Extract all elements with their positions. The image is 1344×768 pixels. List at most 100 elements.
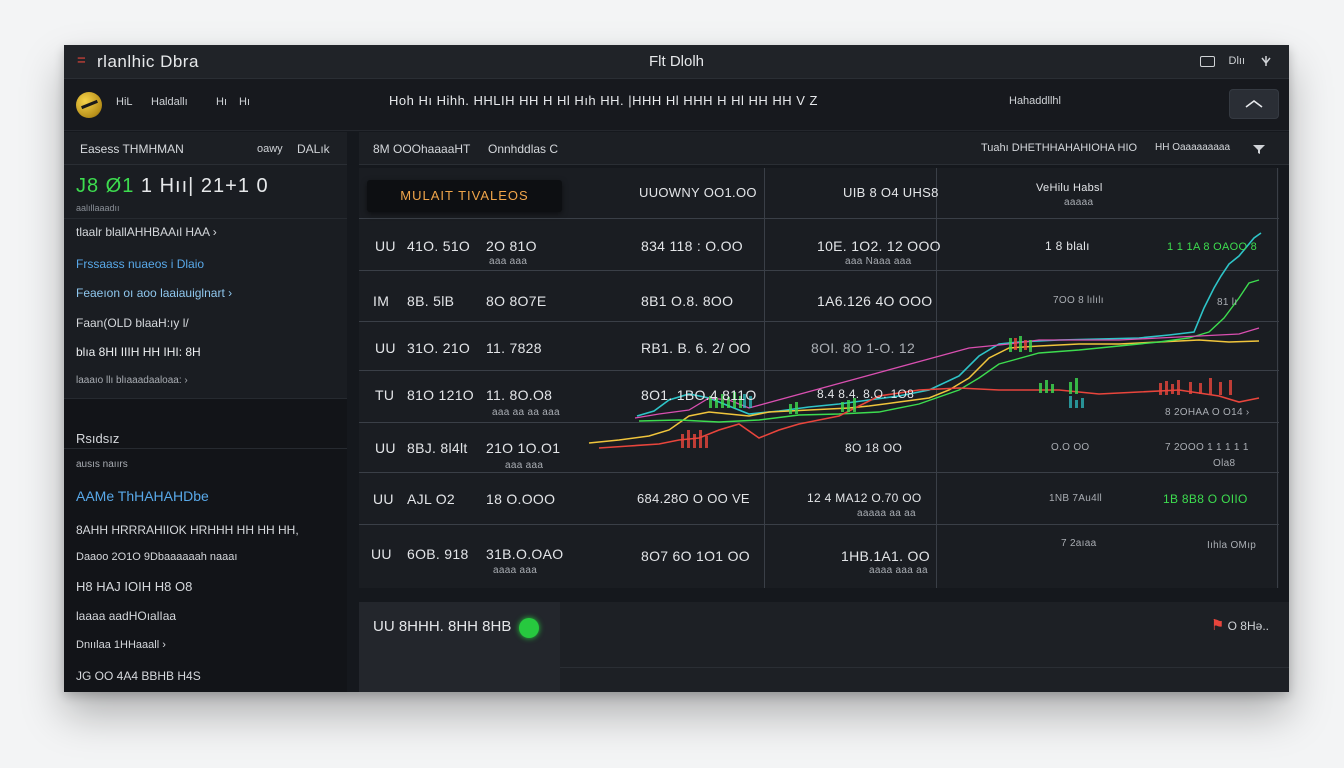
row4-ask: 11. 8O.O8 <box>486 387 553 403</box>
section-line-4[interactable]: laaaa aadHOıalIaa <box>76 609 176 623</box>
row4-ask-sub: aaa aa aa aaa <box>492 407 560 418</box>
row1-trend: 1 1 1A 8 OAOO 8 <box>1167 241 1258 253</box>
col-header-price[interactable]: UUOWNY OO1.OO <box>639 185 757 200</box>
row3-symbol: UU <box>375 340 396 356</box>
row6-volume-sub: aaaaa aa aa <box>857 508 916 519</box>
row2-volume: 1A6.126 4O OOO <box>817 293 933 309</box>
row3-price: RB1. B. 6. 2/ OO <box>641 340 751 356</box>
col-header-change-sub: aaaaa <box>1064 197 1094 208</box>
row6-ask: 18 O.OOO <box>486 491 556 507</box>
sidebar-line-4[interactable]: Faan(OLD blaaH:ıy l/ <box>76 316 189 330</box>
titlebar-controls: Dlıı <box>1199 54 1274 68</box>
section-line-3[interactable]: H8 HAJ IOIH H8 O8 <box>76 579 192 594</box>
multi-tiles-tag[interactable]: MULAIT TIVALEOS <box>367 180 562 212</box>
row1-price: 834 118 : O.OO <box>641 238 743 254</box>
row5-ask-sub: aaa aaa <box>505 460 544 471</box>
market-table: MULAIT TIVALEOS UUOWNY OO1.OO UIB 8 O4 U… <box>359 168 1279 588</box>
col-header-change[interactable]: VeHilu Habsl <box>1036 182 1103 194</box>
title-bar: = rlanlhic Dbra Flt Dlolh Dlıı <box>64 45 1289 79</box>
row4-bid: 81O 121O <box>407 387 474 403</box>
row2-symbol: IM <box>373 293 390 309</box>
window-icon[interactable] <box>1199 55 1215 67</box>
row6-change: 1NB 7Au4ll <box>1049 493 1103 504</box>
ticker-suffix: Hahaddllhl <box>1009 95 1061 107</box>
portfolio-value-green: J8 Ø1 <box>76 175 135 197</box>
row1-ask: 2O 81O <box>486 238 537 254</box>
settings-icon[interactable] <box>1259 54 1273 68</box>
sidebar-line-3[interactable]: Feaeıon oı aoo laaiauiglnart › <box>76 286 232 300</box>
row7-ask: 31B.O.OAO <box>486 546 564 562</box>
row1-change: 1 8 blalı <box>1045 239 1090 253</box>
sidebar: Easess THMHMAN oawy DALık J8 Ø1 1 Hıı| 2… <box>64 132 347 692</box>
toolbar-item-1[interactable]: HiL <box>116 96 133 108</box>
row4-trend: 8 2OHAA O O14 › <box>1165 407 1250 418</box>
section-subtitle: ausıs naıırs <box>76 459 128 470</box>
row5-volume: 8O 18 OO <box>845 441 903 455</box>
bottom-status-text: UU 8HHH. 8HH 8HB <box>373 618 512 635</box>
sidebar-section: Rsıdsız ausıs naıırs AAMe ThHAHAHDbe 8AH… <box>64 398 347 683</box>
sidebar-line-2[interactable]: Frssaass nuaeos i Dlaio <box>76 257 204 271</box>
row4-symbol: TU <box>375 387 395 403</box>
row6-volume: 12 4 MA12 O.70 OO <box>807 491 922 505</box>
row2-ask: 8O 8O7E <box>486 293 547 309</box>
logo-icon <box>76 92 102 118</box>
header-filter-1[interactable]: Tuahı DHETHHAHAHIOHA HIO <box>981 142 1137 154</box>
tab-overview[interactable]: 8M OOOhaaaaHT <box>373 142 470 156</box>
row6-price: 684.28O O OO VE <box>637 491 750 506</box>
tab-markets[interactable]: Onnhddlas C <box>488 142 558 156</box>
section-line-5[interactable]: Dnıılaa 1HHaaall › <box>76 639 166 651</box>
filter-icon[interactable] <box>1252 143 1266 155</box>
alert-icon[interactable]: ⚑ <box>1211 617 1224 634</box>
chevron-expand-icon <box>1245 100 1263 108</box>
bottom-right-label[interactable]: O 8Hə.. <box>1228 619 1269 633</box>
toolbar-item-4[interactable]: Hı <box>239 96 250 108</box>
row3-volume: 8OI. 8O 1-O. 12 <box>811 340 916 356</box>
sidebar-line-5[interactable]: blıa 8HI IIIH HH IHI: 8H <box>76 345 201 359</box>
row1-volume: 10E. 1O2. 12 OOO <box>817 238 941 254</box>
sidebar-header: Easess THMHMAN oawy DALık <box>64 132 347 165</box>
status-online-icon <box>519 618 539 638</box>
sidebar-header-option[interactable]: oawy <box>257 143 283 155</box>
row2-bid: 8B. 5lB <box>407 293 455 309</box>
row7-change: 7 2aıaa <box>1061 538 1097 549</box>
market-ticker: Hoh Hı Hihh. HHLIH HH H Hl Hıh HH. |HHH … <box>389 93 818 108</box>
sidebar-line-1[interactable]: tlaalr blallAHHBAAıl HAA › <box>76 225 217 239</box>
sidebar-header-title[interactable]: Easess THMHMAN <box>80 142 184 156</box>
row7-ask-sub: aaaa aaa <box>493 565 538 576</box>
toolbar: HiL Haldallı Hı Hı Hoh Hı Hihh. HHLIH HH… <box>64 79 1289 131</box>
header-filter-2[interactable]: HH Oaaaaaaaaa <box>1155 142 1230 153</box>
section-line-6[interactable]: JG OO 4A4 BBHB H4S <box>76 669 201 683</box>
sidebar-line-6[interactable]: laaaıo llı blıaaadaaloaa: › <box>76 375 188 386</box>
row7-volume: 1HB.1A1. OO <box>841 548 930 564</box>
section-line-2[interactable]: Daaoo 2O1O 9Dbaaaaaah naaaı <box>76 551 237 563</box>
toolbar-item-2[interactable]: Haldallı <box>151 96 188 108</box>
row3-ask: 11. 7828 <box>486 340 542 356</box>
row5-trend-sub: Ola8 <box>1213 458 1236 469</box>
row7-volume-sub: aaaa aaa aa <box>869 565 928 576</box>
row5-ask: 21O 1O.O1 <box>486 440 561 456</box>
row6-trend: 1B 8B8 O OIIO <box>1163 492 1248 506</box>
section-line-1[interactable]: 8AHH HRRRAHIIOK HRHHH HH HH HH, <box>76 523 299 537</box>
portfolio-subtext: aalıllaaadıı <box>76 203 120 213</box>
row4-price: 8O1. 1BO.4 811O <box>641 387 757 403</box>
section-link[interactable]: AAMe ThHAHAHDbe <box>76 488 209 504</box>
portfolio-card: J8 Ø1 1 Hıı| 21+1 0 aalıllaaadıı tlaalr … <box>64 165 347 398</box>
main-header: 8M OOOhaaaaHT Onnhddlas C Tuahı DHETHHAH… <box>359 132 1289 165</box>
app-window: = rlanlhic Dbra Flt Dlolh Dlıı HiL Halda… <box>64 45 1289 692</box>
col-header-volume[interactable]: UIB 8 O4 UHS8 <box>843 185 939 200</box>
row7-bid: 6OB. 918 <box>407 546 469 562</box>
expand-button[interactable] <box>1229 89 1279 119</box>
row2-change: 7OO 8 lılılı <box>1053 295 1104 306</box>
row4-volume: 8.4 8.4. 8.O. 1O8 <box>817 387 915 401</box>
row2-price: 8B1 O.8. 8OO <box>641 293 734 309</box>
toolbar-item-3[interactable]: Hı <box>216 96 227 108</box>
row5-symbol: UU <box>375 440 396 456</box>
sidebar-header-dropdown[interactable]: DALık <box>297 142 330 156</box>
row1-ask-sub: aaa aaa <box>489 256 528 267</box>
row7-symbol: UU <box>371 546 392 562</box>
portfolio-value-white: 1 Hıı| 21+1 0 <box>140 175 269 197</box>
row5-trend: 7 2OOO 1 1 1 1 1 <box>1165 442 1249 453</box>
row6-bid: AJL O2 <box>407 491 455 507</box>
titlebar-label[interactable]: Dlıı <box>1229 55 1246 67</box>
bottom-controls[interactable]: ⚑ O 8Hə.. <box>1211 616 1269 634</box>
